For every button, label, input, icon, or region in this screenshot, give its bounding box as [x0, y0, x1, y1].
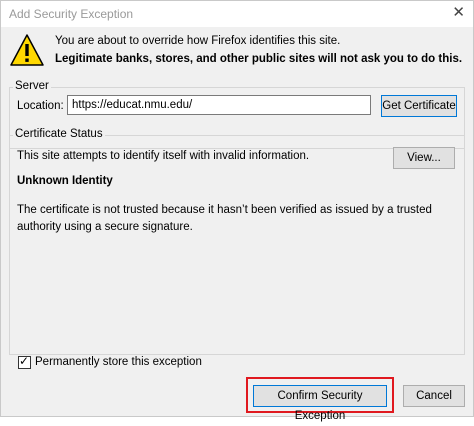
- confirm-security-exception-button[interactable]: Confirm Security Exception: [253, 385, 387, 422]
- cancel-button[interactable]: Cancel: [403, 385, 465, 407]
- server-group-label: Server: [13, 80, 51, 92]
- location-input[interactable]: [67, 95, 371, 115]
- warning-message: You are about to override how Firefox id…: [55, 35, 341, 47]
- location-label: Location:: [17, 100, 64, 112]
- dialog-body: You are about to override how Firefox id…: [1, 27, 473, 422]
- warning-triangle-icon: [10, 34, 44, 66]
- certificate-status-summary: This site attempts to identify itself wi…: [17, 150, 310, 162]
- window-title: Add Security Exception: [9, 7, 134, 21]
- permanently-store-label[interactable]: Permanently store this exception: [35, 356, 202, 368]
- permanently-store-checkbox[interactable]: [18, 354, 31, 369]
- get-certificate-button[interactable]: Get Certificate: [381, 95, 457, 117]
- add-security-exception-dialog: Add Security Exception ✕ You are about t…: [0, 0, 474, 422]
- certificate-status-group-label: Certificate Status: [13, 128, 105, 140]
- warning-emphasis: Legitimate banks, stores, and other publ…: [55, 53, 463, 65]
- view-certificate-button[interactable]: View...: [393, 147, 455, 169]
- certificate-explanation: The certificate is not trusted because i…: [17, 204, 432, 233]
- unknown-identity-heading: Unknown Identity: [17, 175, 113, 187]
- close-icon[interactable]: ✕: [452, 5, 465, 21]
- title-bar: Add Security Exception ✕: [1, 1, 473, 27]
